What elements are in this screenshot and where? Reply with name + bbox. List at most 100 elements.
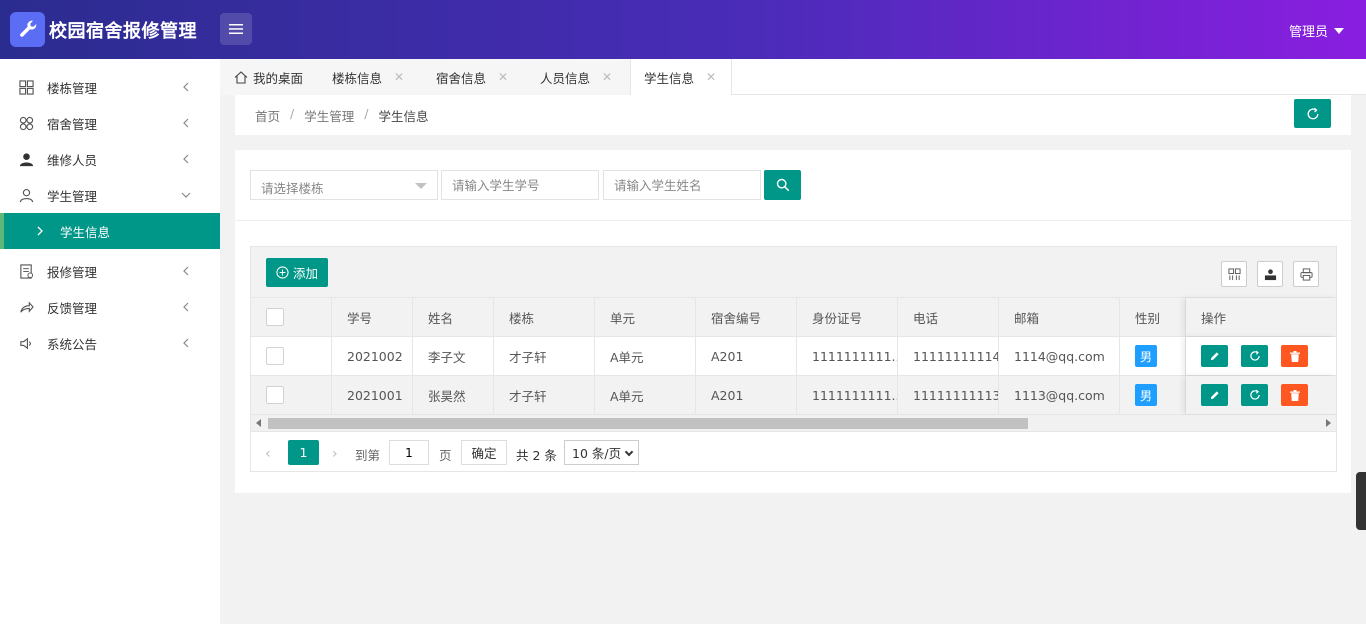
chevron-down-icon	[181, 192, 191, 198]
close-icon[interactable]: ✕	[498, 70, 508, 84]
speaker-icon	[20, 337, 31, 349]
reset-button[interactable]	[1241, 384, 1268, 406]
tab-building-info[interactable]: 楼栋信息 ✕	[332, 59, 404, 95]
top-header: 校园宿舍报修管理 管理员	[0, 0, 1366, 59]
select-all-checkbox[interactable]	[266, 308, 284, 326]
plus-circle-icon	[276, 266, 289, 279]
sidebar-item-label: 报修管理	[47, 264, 98, 280]
header-cell[interactable]: 单元	[595, 298, 696, 336]
breadcrumb-separator: /	[290, 106, 295, 121]
row-checkbox-cell	[251, 337, 332, 375]
columns-filter-button[interactable]	[1221, 261, 1247, 287]
header-cell[interactable]: 性别	[1120, 298, 1186, 336]
page-size-select[interactable]: 10 条/页	[564, 440, 639, 465]
floating-side-widget[interactable]	[1356, 472, 1366, 530]
search-button[interactable]	[764, 170, 801, 200]
divider	[235, 220, 1351, 221]
app-title: 校园宿舍报修管理	[49, 21, 197, 42]
page-refresh-button[interactable]	[1294, 99, 1331, 128]
row-checkbox[interactable]	[266, 347, 284, 365]
header-cell[interactable]: 邮箱	[999, 298, 1120, 336]
header-cell[interactable]: 电话	[898, 298, 999, 336]
building-select-placeholder: 请选择楼栋	[261, 181, 324, 196]
breadcrumb-home[interactable]: 首页	[255, 106, 280, 125]
sidebar-item-label: 系统公告	[47, 336, 98, 352]
breadcrumb-parent[interactable]: 学生管理	[304, 106, 354, 125]
cell-gender: 男	[1120, 337, 1186, 375]
breadcrumb-separator: /	[364, 106, 369, 121]
scroll-left-icon[interactable]	[256, 419, 261, 427]
cell-room: A201	[696, 376, 797, 414]
row-checkbox[interactable]	[266, 386, 284, 404]
tab-staff-info[interactable]: 人员信息 ✕	[540, 59, 612, 95]
sidebar-item-student-mgmt[interactable]: 学生管理	[0, 177, 220, 213]
current-page-button[interactable]: 1	[288, 440, 319, 465]
delete-button[interactable]	[1281, 345, 1308, 367]
reset-button[interactable]	[1241, 345, 1268, 367]
student-id-input[interactable]	[441, 170, 599, 200]
clover-icon	[19, 116, 34, 130]
sidebar-item-label: 宿舍管理	[47, 116, 98, 132]
tab-student-info[interactable]: 学生信息 ✕	[630, 59, 732, 95]
cell-email: 1113@qq.com	[999, 376, 1120, 414]
cell-phone: 11111111114	[898, 337, 999, 375]
total-count: 共 2 条	[516, 448, 557, 463]
header-cell[interactable]: 楼栋	[494, 298, 595, 336]
gender-badge: 男	[1135, 384, 1157, 406]
chevron-right-icon	[37, 226, 43, 236]
goto-page-input[interactable]	[389, 440, 429, 465]
share-icon	[20, 300, 34, 313]
header-cell[interactable]: 姓名	[413, 298, 494, 336]
cell-actions	[1186, 376, 1336, 414]
close-icon[interactable]: ✕	[394, 70, 404, 84]
tab-dorm-info[interactable]: 宿舍信息 ✕	[436, 59, 508, 95]
edit-button[interactable]	[1201, 384, 1228, 406]
header-cell[interactable]: 身份证号	[797, 298, 898, 336]
horizontal-scrollbar[interactable]	[251, 415, 1336, 432]
header-cell[interactable]: 学号	[332, 298, 413, 336]
header-cell[interactable]: 宿舍编号	[696, 298, 797, 336]
scroll-right-icon[interactable]	[1326, 419, 1331, 427]
add-button[interactable]: 添加	[266, 258, 328, 287]
sidebar-item-label: 学生管理	[47, 188, 98, 204]
next-page-icon[interactable]: ›	[332, 446, 338, 462]
header-cell: 操作	[1186, 298, 1336, 336]
cell-email: 1114@qq.com	[999, 337, 1120, 375]
cell-unit: A单元	[595, 376, 696, 414]
sidebar-item-repairs[interactable]: 报修管理	[0, 253, 220, 289]
sidebar-item-feedback[interactable]: 反馈管理	[0, 289, 220, 325]
student-name-input[interactable]	[603, 170, 761, 200]
export-button[interactable]	[1257, 261, 1283, 287]
print-button[interactable]	[1293, 261, 1319, 287]
close-icon[interactable]: ✕	[706, 70, 716, 84]
scrollbar-thumb[interactable]	[268, 418, 1028, 429]
prev-page-icon[interactable]: ‹	[265, 446, 271, 462]
menu-toggle-button[interactable]	[220, 13, 252, 45]
chevron-left-icon	[183, 82, 189, 92]
building-select[interactable]: 请选择楼栋	[250, 170, 438, 200]
home-icon	[234, 70, 248, 84]
sidebar-item-notices[interactable]: 系统公告	[0, 325, 220, 361]
edit-button[interactable]	[1201, 345, 1228, 367]
tab-desktop[interactable]: 我的桌面	[234, 59, 303, 95]
columns-icon	[1227, 267, 1241, 280]
sidebar-item-repair-staff[interactable]: 维修人员	[0, 141, 220, 177]
cell-actions	[1186, 337, 1336, 375]
refresh-icon	[1307, 107, 1318, 119]
cell-student-id: 2021001	[332, 376, 413, 414]
close-icon[interactable]: ✕	[602, 70, 612, 84]
goto-confirm-button[interactable]: 确定	[461, 440, 507, 465]
sidebar-item-student-info[interactable]: 学生信息	[0, 213, 220, 249]
sidebar-item-buildings[interactable]: 楼栋管理	[0, 69, 220, 105]
delete-button[interactable]	[1281, 384, 1308, 406]
chevron-left-icon	[183, 338, 189, 348]
user-menu[interactable]: 管理员	[1289, 21, 1344, 40]
goto-label: 到第	[355, 448, 381, 463]
table-toolbar: 添加	[251, 247, 1336, 298]
table-header: 学号 姓名 楼栋 单元 宿舍编号 身份证号 电话 邮箱 性别 操作	[251, 298, 1336, 337]
pencil-icon	[1210, 390, 1219, 399]
breadcrumb-current: 学生信息	[378, 109, 429, 124]
chevron-left-icon	[183, 266, 189, 276]
add-button-label: 添加	[292, 266, 318, 281]
sidebar-item-dorms[interactable]: 宿舍管理	[0, 105, 220, 141]
